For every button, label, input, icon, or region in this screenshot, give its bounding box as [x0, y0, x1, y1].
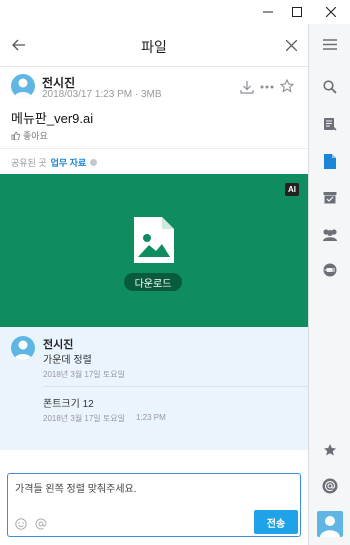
- file-panel: 파일 전시진 2018/03/17 1:23 PM · 3MB 메뉴판_ver9…: [0, 24, 309, 545]
- divider: [0, 148, 308, 149]
- close-panel-button[interactable]: [282, 36, 300, 54]
- comment-text: 가운데 정렬: [43, 355, 92, 366]
- comment-list: 전시진 가운데 정렬 2018년 3월 17일 토요일 폰트크기 12 2018…: [0, 327, 308, 450]
- mention-button[interactable]: [34, 517, 48, 531]
- rail-profile-button[interactable]: [309, 510, 350, 538]
- download-preview-button[interactable]: 다운로드: [124, 273, 182, 291]
- star-icon: [323, 444, 336, 456]
- maximize-button[interactable]: [287, 2, 307, 22]
- panel-header: 파일: [0, 24, 308, 67]
- info-icon[interactable]: [90, 159, 98, 166]
- thumbs-up-icon: [11, 131, 20, 140]
- comment-text: 폰트크기 12: [43, 399, 94, 410]
- comment-avatar[interactable]: [11, 336, 35, 360]
- user-avatar: [316, 511, 343, 537]
- file-name: 메뉴판_ver9.ai: [11, 111, 94, 126]
- file-icon: [323, 153, 336, 169]
- minimize-button[interactable]: [258, 2, 278, 22]
- comment-composer[interactable]: 가격들 왼쪽 정렬 맞춰주세요. 전송: [7, 473, 301, 537]
- file-meta: 2018/03/17 1:23 PM · 3MB: [42, 89, 162, 100]
- at-icon: [322, 478, 337, 494]
- integration-icon: [323, 263, 336, 277]
- members-icon: [322, 228, 337, 241]
- rail-members-button[interactable]: [309, 222, 350, 246]
- search-icon: [322, 80, 337, 94]
- comment-date: 2018년 3월 17일 토요일: [43, 414, 125, 423]
- comment-divider: [43, 386, 308, 387]
- emoji-icon: [15, 518, 27, 530]
- file-preview[interactable]: AI 다운로드: [0, 174, 308, 327]
- comment-input[interactable]: 가격들 왼쪽 정렬 맞춰주세요.: [15, 480, 137, 495]
- window-titlebar: [0, 0, 350, 24]
- comment-date: 2018년 3월 17일 토요일: [43, 370, 125, 379]
- avatar[interactable]: [11, 74, 35, 98]
- panel-title: 파일: [141, 39, 167, 55]
- more-icon: [260, 85, 274, 89]
- file-type-badge: AI: [285, 183, 299, 196]
- download-icon: [240, 80, 254, 94]
- rail-mentions-button[interactable]: [309, 112, 350, 136]
- user-avatar-icon: [14, 340, 32, 360]
- rail-mention-button[interactable]: [309, 474, 350, 498]
- close-window-button[interactable]: [321, 2, 341, 22]
- shared-topic-link[interactable]: 업무 자료: [51, 156, 87, 169]
- like-button[interactable]: 좋아요: [11, 129, 48, 142]
- more-button[interactable]: [258, 78, 276, 96]
- user-avatar-icon: [319, 516, 340, 537]
- star-button[interactable]: [278, 77, 296, 95]
- user-avatar-icon: [14, 78, 32, 98]
- image-file-icon: [134, 217, 174, 263]
- maximize-icon: [292, 7, 302, 17]
- rail-menu-button[interactable]: [309, 32, 350, 56]
- right-rail: [309, 24, 350, 545]
- comment-author[interactable]: 전시진: [43, 336, 73, 352]
- like-label: 좋아요: [23, 131, 48, 141]
- shared-topics: 공유된 곳 업무 자료: [11, 156, 98, 169]
- at-icon: [35, 518, 47, 530]
- send-button[interactable]: 전송: [254, 510, 298, 534]
- shared-label: 공유된 곳: [11, 158, 47, 168]
- close-icon: [285, 39, 297, 51]
- star-icon: [280, 79, 294, 93]
- menu-icon: [322, 38, 337, 50]
- rail-archive-button[interactable]: [309, 185, 350, 209]
- mention-list-icon: [323, 118, 337, 131]
- rail-integration-button[interactable]: [309, 258, 350, 282]
- close-icon: [326, 7, 336, 17]
- archive-icon: [323, 192, 336, 204]
- rail-search-button[interactable]: [309, 75, 350, 99]
- minimize-icon: [263, 11, 273, 13]
- download-button[interactable]: [238, 78, 256, 96]
- rail-starred-button[interactable]: [309, 438, 350, 462]
- rail-files-button[interactable]: [309, 149, 350, 173]
- comment-time: 1:23 PM: [136, 413, 166, 422]
- emoji-button[interactable]: [14, 517, 28, 531]
